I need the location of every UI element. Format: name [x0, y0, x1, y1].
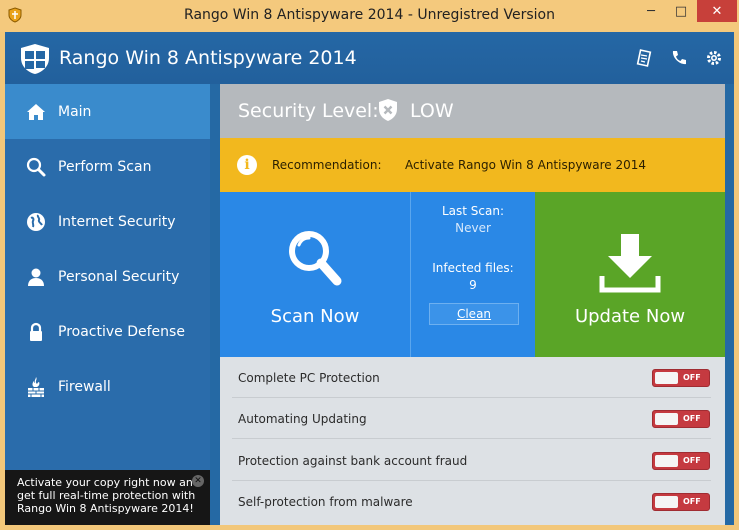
setting-label: Protection against bank account fraud	[238, 454, 468, 468]
download-icon	[599, 234, 661, 293]
toggle-state: OFF	[683, 497, 701, 506]
toggle-switch[interactable]: OFF	[652, 452, 710, 470]
maximize-button[interactable]: □	[666, 0, 696, 22]
last-scan-value: Never	[455, 221, 491, 235]
toggle-knob	[655, 455, 678, 467]
sidebar-item-firewall[interactable]: Firewall	[5, 359, 210, 414]
toggle-knob	[655, 372, 678, 384]
recommendation-label: Recommendation:	[272, 158, 382, 172]
sidebar-item-label: Firewall	[58, 378, 111, 395]
document-icon[interactable]	[635, 49, 653, 67]
sidebar-item-perform-scan[interactable]: Perform Scan	[5, 139, 210, 194]
sidebar-item-label: Perform Scan	[58, 158, 152, 175]
app-header: Rango Win 8 Antispyware 2014	[5, 32, 734, 84]
security-level-value: LOW	[410, 100, 454, 122]
activation-promo[interactable]: Activate your copy right now and get ful…	[5, 470, 210, 525]
protection-settings-list: Complete PC Protection OFF Automating Up…	[220, 357, 725, 525]
windows-logo-icon	[21, 44, 49, 74]
phone-icon[interactable]	[670, 49, 688, 67]
setting-row-automating-updating: Automating Updating OFF	[232, 398, 711, 439]
setting-row-bank-fraud-protection: Protection against bank account fraud OF…	[232, 440, 711, 481]
main-content: Security Level: LOW i Recommendation: Ac…	[220, 84, 725, 525]
sidebar-item-proactive-defense[interactable]: Proactive Defense	[5, 304, 210, 359]
infected-files-label: Infected files:	[432, 261, 514, 275]
toggle-knob	[655, 413, 678, 425]
security-level-label: Security Level:	[238, 100, 379, 122]
infected-files-value: 9	[469, 278, 477, 292]
setting-row-complete-pc-protection: Complete PC Protection OFF	[232, 357, 711, 398]
sidebar-item-label: Personal Security	[58, 268, 180, 285]
sidebar-item-internet-security[interactable]: Internet Security	[5, 194, 210, 249]
setting-label: Complete PC Protection	[238, 371, 380, 385]
home-icon	[27, 103, 45, 120]
title-bar: Rango Win 8 Antispyware 2014 - Unregistr…	[0, 0, 739, 32]
globe-icon	[27, 212, 45, 231]
toggle-state: OFF	[683, 414, 701, 423]
app-frame: Rango Win 8 Antispyware 2014 Main Perfor…	[5, 32, 734, 525]
last-scan-label: Last Scan:	[441, 204, 505, 218]
search-icon	[26, 157, 46, 176]
toggle-switch[interactable]: OFF	[652, 410, 710, 428]
sidebar-item-personal-security[interactable]: Personal Security	[5, 249, 210, 304]
scan-info-panel: Last Scan: Never Infected files: 9 Clean	[410, 192, 535, 357]
sidebar: Main Perform Scan Internet Security Pers…	[5, 84, 210, 525]
window-title: Rango Win 8 Antispyware 2014 - Unregistr…	[184, 7, 555, 23]
person-icon	[28, 268, 44, 286]
promo-close-icon[interactable]: ✕	[192, 475, 204, 487]
recommendation-value: Activate Rango Win 8 Antispyware 2014	[405, 158, 647, 172]
shield-warning-icon	[379, 99, 397, 121]
scan-now-label: Scan Now	[270, 306, 360, 327]
clean-button[interactable]: Clean	[429, 303, 519, 325]
promo-text: Activate your copy right now and get ful…	[17, 476, 200, 515]
toggle-knob	[655, 496, 678, 508]
toggle-state: OFF	[683, 373, 701, 382]
scan-now-button[interactable]: Scan Now	[220, 192, 410, 357]
update-now-label: Update Now	[574, 306, 686, 327]
lock-icon	[30, 322, 42, 341]
minimize-button[interactable]: ─	[636, 0, 666, 22]
setting-row-self-protection: Self-protection from malware OFF	[232, 481, 711, 522]
close-button[interactable]: ✕	[697, 0, 737, 22]
toggle-switch[interactable]: OFF	[652, 493, 710, 511]
security-level-bar: Security Level: LOW	[220, 84, 725, 138]
info-icon: i	[237, 155, 257, 175]
setting-label: Automating Updating	[238, 412, 367, 426]
toggle-switch[interactable]: OFF	[652, 369, 710, 387]
app-name: Rango Win 8 Antispyware 2014	[59, 47, 357, 69]
sidebar-item-main[interactable]: Main	[5, 84, 210, 139]
toggle-state: OFF	[683, 456, 701, 465]
sidebar-item-label: Internet Security	[58, 213, 176, 230]
setting-label: Self-protection from malware	[238, 495, 413, 509]
firewall-icon	[28, 376, 44, 397]
recommendation-bar: i Recommendation: Activate Rango Win 8 A…	[220, 138, 725, 192]
update-now-button[interactable]: Update Now	[535, 192, 725, 357]
gear-icon[interactable]	[705, 49, 723, 67]
sidebar-item-label: Main	[58, 103, 92, 120]
magnifier-icon	[289, 231, 342, 286]
sidebar-item-label: Proactive Defense	[58, 323, 185, 340]
